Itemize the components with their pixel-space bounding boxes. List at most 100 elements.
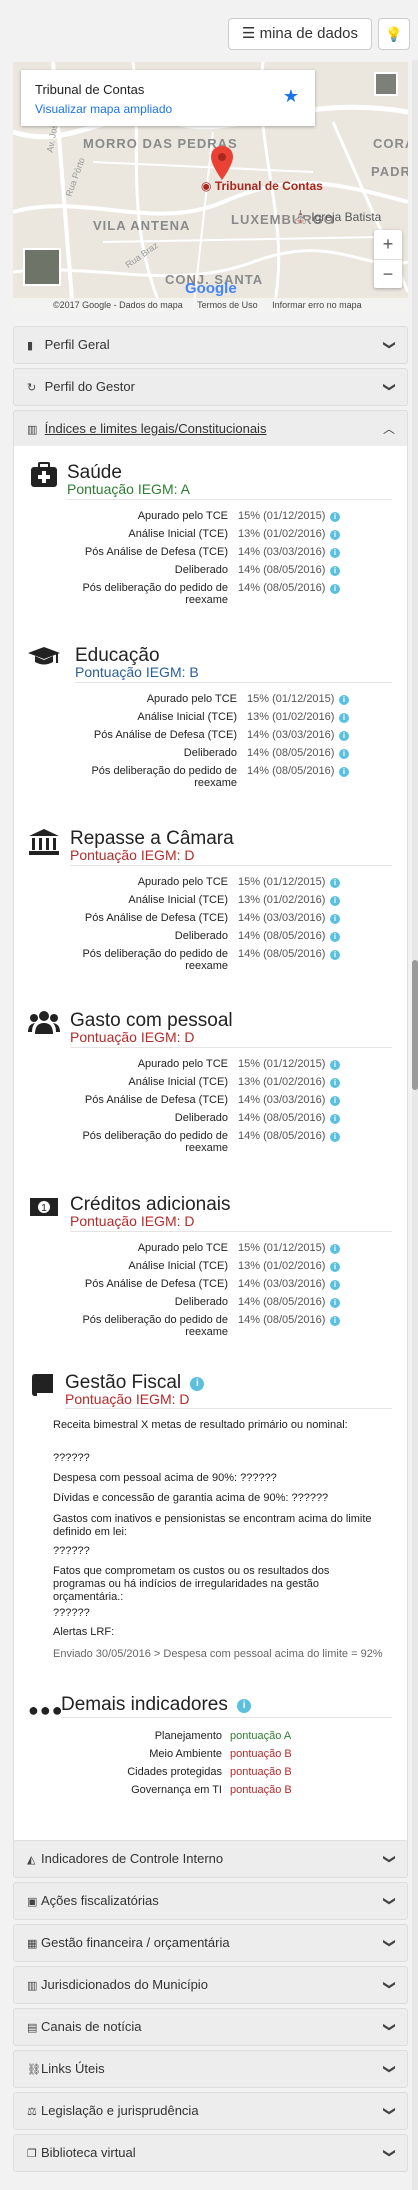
accordion-perfil-gestor[interactable]: ↻ Perfil do Gestor ❯ bbox=[13, 368, 408, 406]
satellite-toggle[interactable] bbox=[23, 248, 61, 286]
accordion-item[interactable]: ▤ Canais de notícia ❯ bbox=[13, 2008, 408, 2046]
map-type-thumbnail[interactable] bbox=[374, 72, 398, 96]
info-icon[interactable]: i bbox=[330, 1298, 340, 1308]
accordion-label: Canais de notícia bbox=[41, 2019, 142, 2034]
info-icon[interactable]: i bbox=[330, 1316, 340, 1326]
zoom-out-button[interactable]: − bbox=[374, 259, 402, 288]
terms-link[interactable]: Termos de Uso bbox=[197, 300, 258, 310]
info-icon[interactable]: i bbox=[330, 1078, 340, 1088]
map-area-label: CORA bbox=[373, 136, 408, 151]
row-value: 14% (08/05/2016) bbox=[238, 1296, 326, 1308]
lightbulb-button[interactable]: 💡 bbox=[378, 18, 410, 50]
accordion-label: Perfil do Gestor bbox=[44, 379, 135, 394]
indicator-label: Governança em TI bbox=[131, 1784, 222, 1796]
row-value: 14% (03/03/2016) bbox=[247, 729, 335, 741]
info-icon[interactable]: i bbox=[330, 548, 340, 558]
row-label: Pós Análise de Defesa (TCE) bbox=[84, 546, 228, 558]
section-score: Pontuação IEGM: D bbox=[70, 1029, 195, 1045]
info-icon[interactable]: i bbox=[330, 896, 340, 906]
accordion-item[interactable]: ⚖ Legislação e jurisprudência ❯ bbox=[13, 2092, 408, 2130]
chevron-down-icon: ❯ bbox=[382, 2063, 397, 2075]
row-label: Pós Análise de Defesa (TCE) bbox=[84, 912, 228, 924]
info-icon[interactable]: i bbox=[330, 1114, 340, 1124]
info-icon[interactable]: i bbox=[330, 1060, 340, 1070]
row-label: Apurado pelo TCE bbox=[137, 1242, 228, 1254]
users-icon bbox=[28, 1010, 60, 1040]
chevron-down-icon: ❯ bbox=[382, 1895, 397, 1907]
accordion-item[interactable]: ▥ Jurisdicionados do Município ❯ bbox=[13, 1966, 408, 2004]
scrollbar-thumb[interactable] bbox=[412, 960, 418, 1090]
map-area-label: PADRE bbox=[371, 164, 408, 179]
info-icon[interactable]: i bbox=[339, 767, 349, 777]
row-label: Análise Inicial (TCE) bbox=[128, 528, 228, 540]
report-error-link[interactable]: Informar erro no mapa bbox=[272, 300, 362, 310]
row-value: 14% (03/03/2016) bbox=[238, 1094, 326, 1106]
row-value: 13% (01/02/2016) bbox=[238, 1260, 326, 1272]
section-score: Pontuação IEGM: A bbox=[67, 481, 190, 497]
accordion-perfil-geral[interactable]: ▮ Perfil Geral ❯ bbox=[13, 326, 408, 364]
building-icon: ▮ bbox=[27, 340, 34, 352]
accordion-label: Links Úteis bbox=[41, 2061, 105, 2076]
info-icon[interactable]: i bbox=[330, 1132, 340, 1142]
row-value: 15% (01/12/2015) bbox=[238, 510, 326, 522]
chevron-down-icon: ❯ bbox=[382, 1853, 397, 1865]
row-value: 14% (08/05/2016) bbox=[238, 1314, 326, 1326]
chevron-down-icon: ❯ bbox=[382, 2105, 397, 2117]
accordion-indices-limites[interactable]: ▥ Índices e limites legais/Constituciona… bbox=[13, 410, 408, 448]
book-icon bbox=[28, 1372, 60, 1402]
indicator-label: Meio Ambiente bbox=[149, 1748, 222, 1760]
accordion-item[interactable]: ❐ Biblioteca virtual ❯ bbox=[13, 2134, 408, 2172]
fiscal-line: Enviado 30/05/2016 > Despesa com pessoal… bbox=[53, 1648, 383, 1660]
accordion-label: Indicadores de Controle Interno bbox=[41, 1851, 224, 1866]
info-icon[interactable]: i bbox=[330, 950, 340, 960]
map-embed[interactable]: MORRO DAS PEDRAS VILA ANTENA LUXEMBURGO … bbox=[13, 62, 408, 312]
info-icon[interactable]: i bbox=[330, 914, 340, 924]
info-icon[interactable]: i bbox=[339, 749, 349, 759]
info-icon[interactable]: i bbox=[330, 1244, 340, 1254]
accordion-label: Biblioteca virtual bbox=[41, 2145, 136, 2160]
accordion-item[interactable]: ▣ Ações fiscalizatórias ❯ bbox=[13, 1882, 408, 1920]
map-pin-icon[interactable] bbox=[211, 146, 233, 180]
row-label: Pós deliberação do pedido de reexame bbox=[82, 582, 228, 606]
row-label: Análise Inicial (TCE) bbox=[128, 894, 228, 906]
info-icon[interactable]: i bbox=[330, 530, 340, 540]
row-value: 14% (08/05/2016) bbox=[238, 1130, 326, 1142]
info-icon[interactable]: i bbox=[330, 584, 340, 594]
briefcase-icon: ▣ bbox=[27, 1896, 38, 1908]
scrollbar-track[interactable] bbox=[412, 60, 418, 2190]
accordion-label: Gestão financeira / orçamentária bbox=[41, 1935, 230, 1950]
section-score: Pontuação IEGM: D bbox=[70, 847, 195, 863]
fiscal-line: ?????? bbox=[53, 1452, 90, 1464]
info-icon[interactable]: i bbox=[330, 932, 340, 942]
chevron-down-icon: ❯ bbox=[382, 381, 397, 393]
star-icon[interactable]: ★ bbox=[283, 86, 299, 107]
info-icon[interactable]: i bbox=[330, 1096, 340, 1106]
row-value: 13% (01/02/2016) bbox=[238, 894, 326, 906]
chevron-down-icon: ❯ bbox=[382, 1937, 397, 1949]
row-value: 14% (08/05/2016) bbox=[247, 765, 335, 777]
info-icon[interactable]: i bbox=[330, 1262, 340, 1272]
info-icon[interactable]: i bbox=[330, 878, 340, 888]
row-label: Análise Inicial (TCE) bbox=[137, 711, 237, 723]
view-larger-map-link[interactable]: Visualizar mapa ampliado bbox=[35, 102, 172, 116]
accordion-item[interactable]: ◭ Indicadores de Controle Interno ❯ bbox=[13, 1840, 408, 1878]
fiscal-line: Gastos com inativos e pensionistas se en… bbox=[53, 1513, 372, 1538]
row-label: Análise Inicial (TCE) bbox=[128, 1260, 228, 1272]
accordion-item[interactable]: ▦ Gestão financeira / orçamentária ❯ bbox=[13, 1924, 408, 1962]
menu-icon: ☰ bbox=[241, 25, 256, 42]
fiscal-score: Pontuação IEGM: D bbox=[65, 1391, 190, 1407]
map-poi-label: ⛪ Igreja Batista bbox=[293, 210, 382, 224]
row-value: 14% (03/03/2016) bbox=[238, 1278, 326, 1290]
info-icon[interactable]: i bbox=[330, 512, 340, 522]
accordion-label: Legislação e jurisprudência bbox=[41, 2103, 199, 2118]
info-icon[interactable]: i bbox=[339, 713, 349, 723]
bar-chart-icon: ▥ bbox=[27, 424, 38, 436]
info-icon[interactable]: i bbox=[330, 566, 340, 576]
zoom-in-button[interactable]: + bbox=[374, 230, 402, 259]
mina-de-dados-button[interactable]: ☰ mina de dados bbox=[228, 18, 372, 50]
info-icon[interactable]: i bbox=[339, 695, 349, 705]
accordion-item[interactable]: ⛓Links Úteis ❯ bbox=[13, 2050, 408, 2088]
section-divider bbox=[70, 1231, 392, 1232]
info-icon[interactable]: i bbox=[339, 731, 349, 741]
info-icon[interactable]: i bbox=[330, 1280, 340, 1290]
